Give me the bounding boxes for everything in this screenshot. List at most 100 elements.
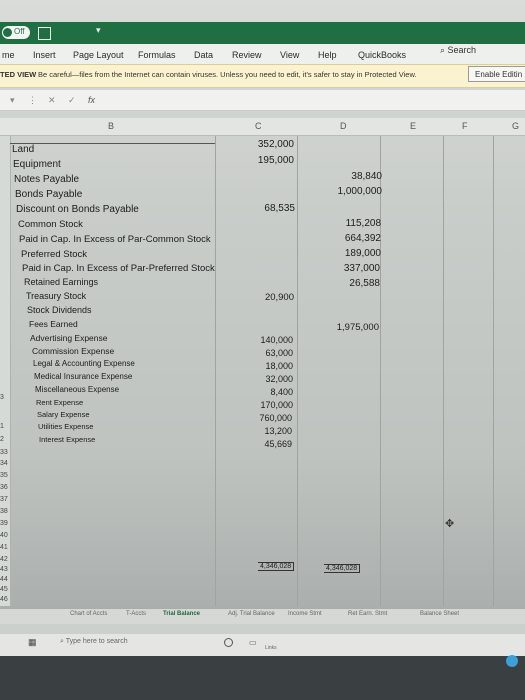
row-number[interactable]: 3 xyxy=(0,394,10,401)
debit-amount[interactable]: 32,000 xyxy=(248,374,293,384)
sheet-tab-balance-sheet[interactable]: Balance Sheet xyxy=(420,611,459,617)
column-header-e[interactable]: E xyxy=(410,121,416,131)
sheet-tab-income-stmt[interactable]: Income Stmt xyxy=(288,611,322,617)
credit-amount[interactable]: 189,000 xyxy=(320,248,381,259)
tab-review[interactable]: Review xyxy=(232,50,262,60)
credit-amount[interactable]: 26,588 xyxy=(320,278,380,289)
account-name[interactable]: Stock Dividends xyxy=(27,305,92,315)
account-name[interactable]: Legal & Accounting Expense xyxy=(33,359,135,368)
debit-amount[interactable]: 20,900 xyxy=(248,292,294,303)
account-name[interactable]: Bonds Payable xyxy=(15,189,82,200)
debit-amount[interactable]: 760,000 xyxy=(248,413,292,423)
tab-quickbooks[interactable]: QuickBooks xyxy=(358,50,406,60)
debit-amount[interactable]: 195,000 xyxy=(248,155,294,166)
credit-amount[interactable]: 38,840 xyxy=(320,171,382,182)
account-name[interactable]: Commission Expense xyxy=(32,346,114,356)
debit-amount[interactable]: 13,200 xyxy=(248,426,292,436)
account-name[interactable]: Interest Expense xyxy=(39,435,95,444)
search-box[interactable]: ⌕ Search xyxy=(440,45,476,56)
row-number[interactable]: 45 xyxy=(0,586,10,593)
tab-home[interactable]: me xyxy=(2,50,15,60)
debit-amount[interactable]: 45,669 xyxy=(248,439,292,449)
column-header-f[interactable]: F xyxy=(462,121,468,131)
account-name[interactable]: Retained Earnings xyxy=(24,277,98,287)
name-box-caret-icon[interactable]: ▾ xyxy=(10,95,15,106)
credit-amount[interactable]: 1,000,000 xyxy=(320,186,383,197)
edge-browser-icon[interactable] xyxy=(506,655,518,667)
row-number[interactable]: 42 xyxy=(0,556,10,563)
debit-amount[interactable]: 63,000 xyxy=(248,348,293,358)
row-number[interactable]: 34 xyxy=(0,460,10,467)
account-name[interactable]: Paid in Cap. In Excess of Par-Common Sto… xyxy=(19,234,211,245)
column-border xyxy=(493,136,494,606)
row-number[interactable]: 41 xyxy=(0,544,10,551)
account-name[interactable]: Paid in Cap. In Excess of Par-Preferred … xyxy=(22,263,215,274)
row-number[interactable]: 43 xyxy=(0,566,10,573)
row-number[interactable]: 37 xyxy=(0,496,10,503)
account-name[interactable]: Utilities Expense xyxy=(38,422,93,431)
row-number[interactable]: 35 xyxy=(0,472,10,479)
taskbar-search[interactable]: ⌕ Type here to search xyxy=(60,638,128,646)
row-number[interactable]: 46 xyxy=(0,596,10,603)
account-name[interactable]: Miscellaneous Expense xyxy=(35,385,119,394)
quick-access-dropdown-icon[interactable]: ▾ xyxy=(96,25,101,36)
row-number[interactable]: 39 xyxy=(0,520,10,527)
enable-editing-button[interactable]: Enable Editin xyxy=(468,66,525,82)
sheet-tab-t-accts[interactable]: T-Accts xyxy=(126,611,146,617)
credit-amount[interactable]: 115,208 xyxy=(320,218,381,229)
debit-amount[interactable]: 8,400 xyxy=(248,387,293,397)
account-name[interactable]: Rent Expense xyxy=(36,398,83,407)
tab-insert[interactable]: Insert xyxy=(33,50,56,60)
column-header-g[interactable]: G xyxy=(512,121,519,131)
account-name[interactable]: Preferred Stock xyxy=(21,249,87,260)
debit-amount[interactable]: 68,535 xyxy=(248,203,295,214)
save-icon[interactable] xyxy=(38,27,51,40)
insert-function-icon[interactable]: fx xyxy=(88,95,95,105)
tab-view[interactable]: View xyxy=(280,50,299,60)
credit-amount[interactable]: 1,975,000 xyxy=(320,322,379,333)
row-number[interactable]: 36 xyxy=(0,484,10,491)
sheet-tab-trial-balance[interactable]: Trial Balance xyxy=(163,611,200,617)
row-number[interactable]: 38 xyxy=(0,508,10,515)
taskbar-links[interactable]: Links xyxy=(265,645,277,651)
enter-icon[interactable]: ✓ xyxy=(68,95,76,106)
account-name[interactable]: Land xyxy=(12,144,34,155)
row-number[interactable]: 1 xyxy=(0,423,10,430)
task-view-icon[interactable]: ▭ xyxy=(249,638,257,647)
credit-amount[interactable]: 337,000 xyxy=(320,263,380,274)
row-number[interactable]: 40 xyxy=(0,532,10,539)
debit-amount[interactable]: 18,000 xyxy=(248,361,293,371)
credit-amount[interactable]: 664,392 xyxy=(320,233,381,244)
sheet-tab-adj-trial-balance[interactable]: Adj. Trial Balance xyxy=(228,611,275,617)
column-header-b[interactable]: B xyxy=(108,121,114,131)
cancel-icon[interactable]: ✕ xyxy=(48,95,56,106)
row-number[interactable]: 33 xyxy=(0,449,10,456)
autosave-toggle[interactable]: Off xyxy=(2,26,30,39)
windows-start-icon[interactable]: ▦ xyxy=(28,637,37,648)
tab-data[interactable]: Data xyxy=(194,50,213,60)
account-name[interactable]: Advertising Expense xyxy=(30,333,108,343)
row-number[interactable]: 44 xyxy=(0,576,10,583)
tab-page-layout[interactable]: Page Layout xyxy=(73,50,124,60)
row-number[interactable]: 2 xyxy=(0,436,10,443)
account-name[interactable]: Discount on Bonds Payable xyxy=(16,204,139,215)
debit-total[interactable]: 4,346,028 xyxy=(258,562,295,571)
account-name[interactable]: Notes Payable xyxy=(14,174,79,185)
debit-amount[interactable]: 352,000 xyxy=(248,139,294,150)
sheet-tab-chart-of-accts[interactable]: Chart of Accts xyxy=(70,611,107,617)
debit-amount[interactable]: 170,000 xyxy=(248,400,293,410)
account-name[interactable]: Common Stock xyxy=(18,219,83,230)
column-header-d[interactable]: D xyxy=(340,121,347,131)
cortana-icon[interactable] xyxy=(224,638,233,647)
tab-formulas[interactable]: Formulas xyxy=(138,50,176,60)
credit-total[interactable]: 4,346,028 xyxy=(324,564,361,573)
tab-help[interactable]: Help xyxy=(318,50,337,60)
account-name[interactable]: Fees Earned xyxy=(29,319,78,329)
account-name[interactable]: Equipment xyxy=(13,159,61,170)
account-name[interactable]: Medical Insurance Expense xyxy=(34,372,132,381)
sheet-tab-ret-earn-stmt[interactable]: Ret Earn. Stmt xyxy=(348,611,387,617)
debit-amount[interactable]: 140,000 xyxy=(248,335,293,345)
account-name[interactable]: Treasury Stock xyxy=(26,291,86,301)
column-header-c[interactable]: C xyxy=(255,121,262,131)
account-name[interactable]: Salary Expense xyxy=(37,410,90,419)
